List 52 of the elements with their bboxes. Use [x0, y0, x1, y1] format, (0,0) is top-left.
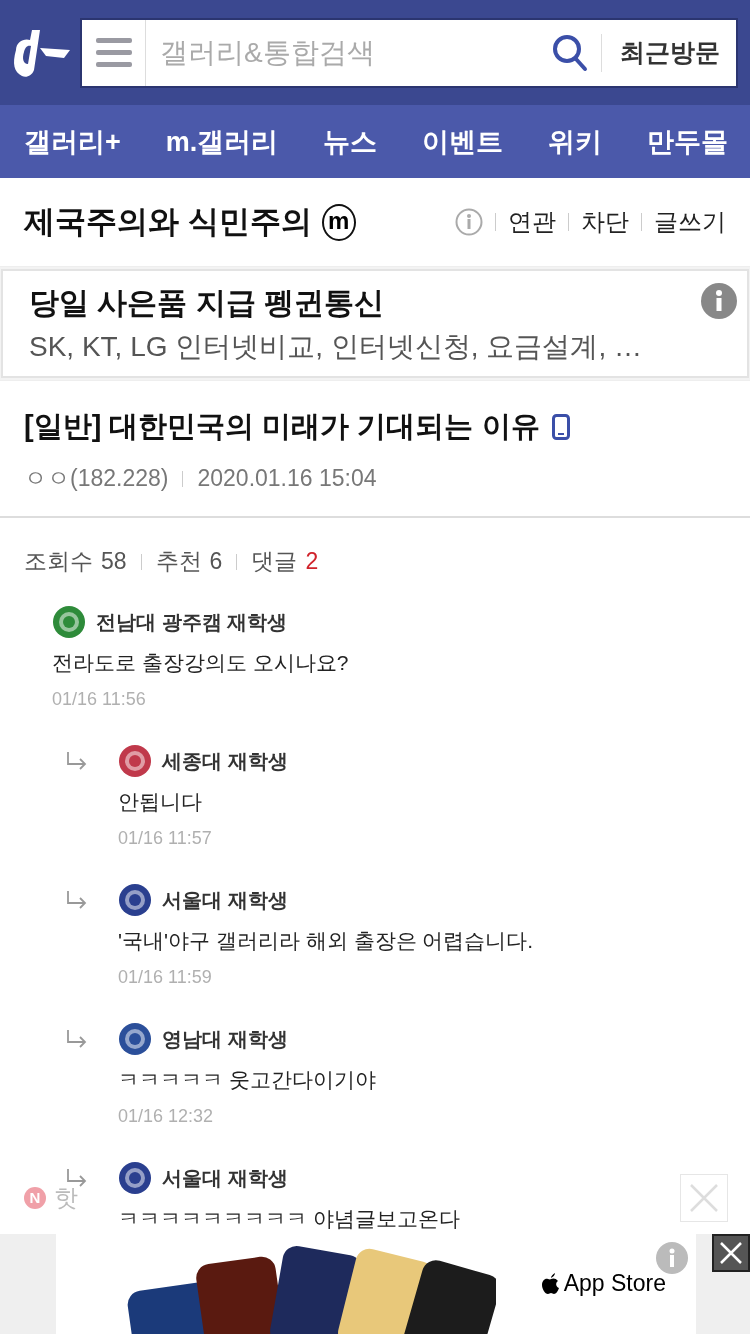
app-store-label: App Store	[563, 1270, 666, 1297]
gallery-link[interactable]: 연관	[508, 206, 556, 238]
recent-visits-button[interactable]: 최근방문	[610, 36, 736, 69]
comment-author: 서울대 재학생	[162, 887, 289, 913]
stat-value: 2	[305, 548, 319, 575]
apple-icon	[541, 1272, 560, 1295]
search-field[interactable]: 갤러리&통합검색 최근방문	[80, 17, 738, 88]
close-ad-button[interactable]	[712, 1234, 750, 1272]
comment-time: 01/16 11:59	[118, 967, 213, 988]
comment-time: 01/16 12:32	[118, 1106, 215, 1127]
minor-gallery-badge: m	[321, 203, 356, 241]
nav-link[interactable]: m.갤러리	[165, 123, 279, 160]
ad-title: 당일 사은품 지급 펭귄통신	[29, 285, 384, 321]
stat-value: 58	[101, 548, 127, 575]
post-author: ㅇㅇ(182.228)	[24, 464, 169, 493]
close-icon	[689, 1182, 719, 1213]
nav-link[interactable]: 위키	[548, 123, 603, 160]
comment-text: 전라도로 출장강의도 오시나요?	[52, 650, 350, 676]
comment-time: 01/16 11:56	[52, 689, 147, 710]
nav-link[interactable]: 갤러리+	[24, 123, 121, 160]
hot-label: 핫	[54, 1182, 78, 1213]
nav-link[interactable]: 뉴스	[323, 123, 378, 160]
ad-card[interactable]: 당일 사은품 지급 펭귄통신 SK, KT, LG 인터넷비교, 인터넷신청, 요금설계, …	[1, 269, 749, 378]
comment-text: 안됩니다	[118, 789, 203, 815]
gallery-link[interactable]: 차단	[581, 206, 629, 238]
stat-value: 6	[209, 548, 223, 575]
comment-author: 전남대 광주캠 재학생	[96, 609, 289, 635]
comment-text: '국내'야구 갤러리라 해외 출장은 어렵습니다.	[118, 928, 535, 954]
post-date: 2020.01.16 15:04	[197, 465, 377, 492]
close-icon	[719, 1241, 743, 1265]
post-title: [일반] 대한민국의 미래가 기대되는 이유	[24, 409, 540, 444]
stat-label: 댓글	[251, 547, 298, 576]
info-icon[interactable]	[656, 1242, 688, 1274]
search-icon	[552, 33, 588, 72]
info-icon[interactable]	[455, 208, 483, 236]
comment-text: ㅋㅋㅋㅋㅋㅋㅋㅋㅋ 야념글보고온다	[118, 1206, 461, 1232]
comment-text: ㅋㅋㅋㅋㅋ 웃고간다이기야	[118, 1067, 377, 1093]
nav-link[interactable]: 만두몰	[647, 123, 728, 160]
app-store-banner[interactable]: App Store	[56, 1234, 696, 1334]
comment-author: 세종대 재학생	[162, 748, 289, 774]
ad-text: SK, KT, LG 인터넷비교, 인터넷신청, 요금설계, …	[29, 330, 643, 364]
news-badge: N	[24, 1186, 46, 1209]
stat-label: 추천	[155, 547, 202, 576]
stat-label: 조회수	[24, 547, 93, 576]
info-icon[interactable]	[701, 283, 737, 319]
comment-author: 서울대 재학생	[162, 1165, 289, 1191]
comment-author: 영남대 재학생	[162, 1026, 289, 1052]
gallery-title: 제국주의와 식민주의	[24, 203, 312, 241]
menu-icon	[95, 37, 132, 68]
nav-link[interactable]: 이벤트	[422, 123, 504, 160]
gallery-link[interactable]: 글쓰기	[654, 206, 726, 238]
comment-time: 01/16 11:57	[118, 828, 213, 849]
